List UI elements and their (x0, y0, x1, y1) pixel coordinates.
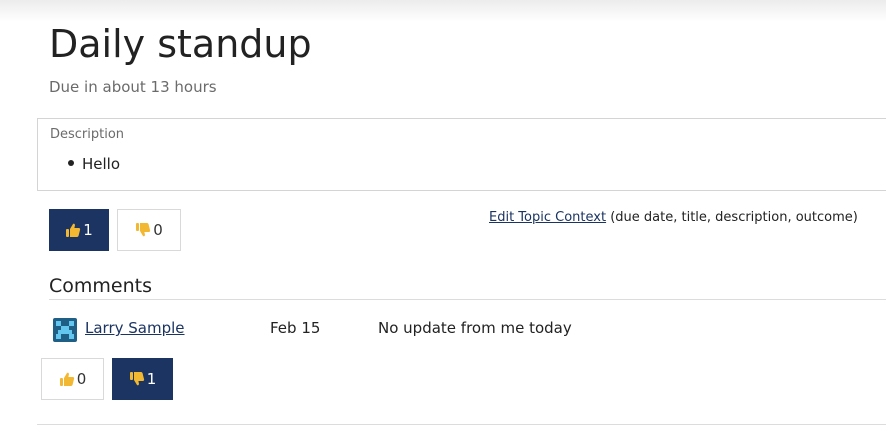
description-label: Description (50, 127, 125, 142)
avatar (53, 318, 77, 342)
edit-topic-context-link[interactable]: Edit Topic Context (489, 210, 606, 225)
topic-page: Daily standup Due in about 13 hours Desc… (0, 0, 886, 435)
divider (37, 424, 886, 425)
topic-upvote-button[interactable]: 1 (49, 209, 109, 251)
thumbs-up-icon (59, 371, 75, 387)
header-shadow (0, 0, 886, 22)
bullet-icon (68, 160, 74, 166)
due-date-text: Due in about 13 hours (49, 78, 217, 96)
topic-downvote-count: 0 (153, 221, 163, 239)
edit-context-note: (due date, title, description, outcome) (610, 210, 858, 225)
thumbs-down-icon (129, 371, 145, 387)
comments-heading: Comments (49, 275, 152, 297)
comment-text: No update from me today (378, 319, 572, 337)
topic-upvote-count: 1 (83, 221, 93, 239)
description-panel: Description Hello (37, 118, 886, 191)
description-item: Hello (82, 155, 121, 173)
edit-context-row: Edit Topic Context (due date, title, des… (489, 210, 858, 225)
comment-upvote-button[interactable]: 0 (41, 358, 104, 400)
comment-downvote-button[interactable]: 1 (112, 358, 173, 400)
comment-downvote-count: 1 (146, 370, 157, 388)
thumbs-up-icon (65, 222, 81, 238)
comment-date: Feb 15 (270, 319, 321, 337)
comment-upvote-count: 0 (76, 370, 87, 388)
page-title: Daily standup (49, 22, 312, 66)
divider (49, 299, 886, 300)
comment-author-link[interactable]: Larry Sample (85, 319, 185, 337)
thumbs-down-icon (135, 222, 151, 238)
topic-downvote-button[interactable]: 0 (117, 209, 181, 251)
